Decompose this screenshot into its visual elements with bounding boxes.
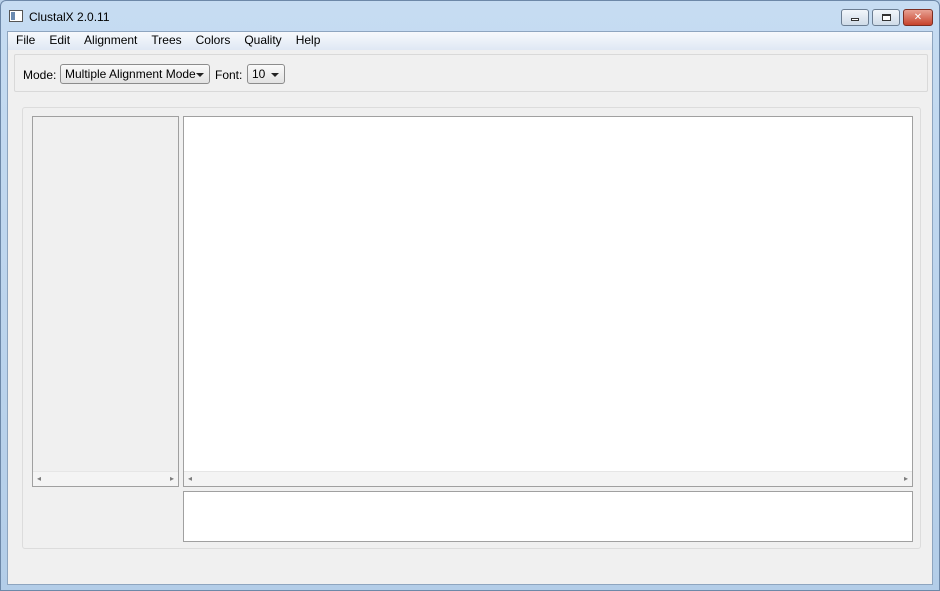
app-window: ClustalX 2.0.11 ✕ File Edit Alignment Tr…	[0, 0, 940, 591]
menu-trees[interactable]: Trees	[144, 32, 188, 50]
mode-select-value: Multiple Alignment Mode	[65, 67, 196, 81]
font-size-value: 10	[252, 67, 266, 81]
mode-toolbar: Mode: Multiple Alignment Mode Font: 10	[14, 54, 928, 92]
close-button[interactable]: ✕	[903, 9, 933, 26]
mode-label: Mode:	[23, 68, 57, 82]
maximize-icon	[881, 14, 891, 21]
scroll-right-icon[interactable]: ▸	[170, 475, 174, 483]
menu-edit[interactable]: Edit	[42, 32, 77, 50]
alignment-horizontal-scrollbar[interactable]: ◂ ▸	[184, 471, 912, 486]
minimize-button[interactable]	[841, 9, 869, 26]
close-icon: ✕	[913, 11, 923, 23]
font-label: Font:	[215, 68, 243, 82]
sequence-names-pane[interactable]: ◂ ▸	[32, 116, 179, 487]
names-horizontal-scrollbar[interactable]: ◂ ▸	[33, 471, 178, 486]
minimize-icon	[851, 18, 859, 21]
menu-help[interactable]: Help	[289, 32, 328, 50]
title-bar[interactable]: ClustalX 2.0.11 ✕	[1, 1, 939, 31]
menu-bar: File Edit Alignment Trees Colors Quality…	[8, 32, 932, 50]
menu-quality[interactable]: Quality	[237, 32, 288, 50]
app-icon[interactable]	[9, 10, 23, 22]
scroll-left-icon[interactable]: ◂	[188, 475, 192, 483]
mode-select[interactable]: Multiple Alignment Mode	[60, 64, 210, 84]
alignment-frame: ◂ ▸ ◂ ▸	[22, 107, 921, 549]
chevron-down-icon	[271, 73, 279, 77]
font-size-select[interactable]: 10	[247, 64, 285, 84]
scroll-left-icon[interactable]: ◂	[37, 475, 41, 483]
menu-colors[interactable]: Colors	[189, 32, 238, 50]
scroll-right-icon[interactable]: ▸	[904, 475, 908, 483]
menu-file[interactable]: File	[8, 32, 42, 50]
maximize-button[interactable]	[872, 9, 900, 26]
window-title: ClustalX 2.0.11	[29, 10, 110, 24]
menu-alignment[interactable]: Alignment	[77, 32, 144, 50]
sequence-alignment-pane[interactable]: ◂ ▸	[183, 116, 913, 487]
client-area: File Edit Alignment Trees Colors Quality…	[7, 31, 933, 585]
chevron-down-icon	[196, 73, 204, 77]
status-message-pane	[183, 491, 913, 542]
